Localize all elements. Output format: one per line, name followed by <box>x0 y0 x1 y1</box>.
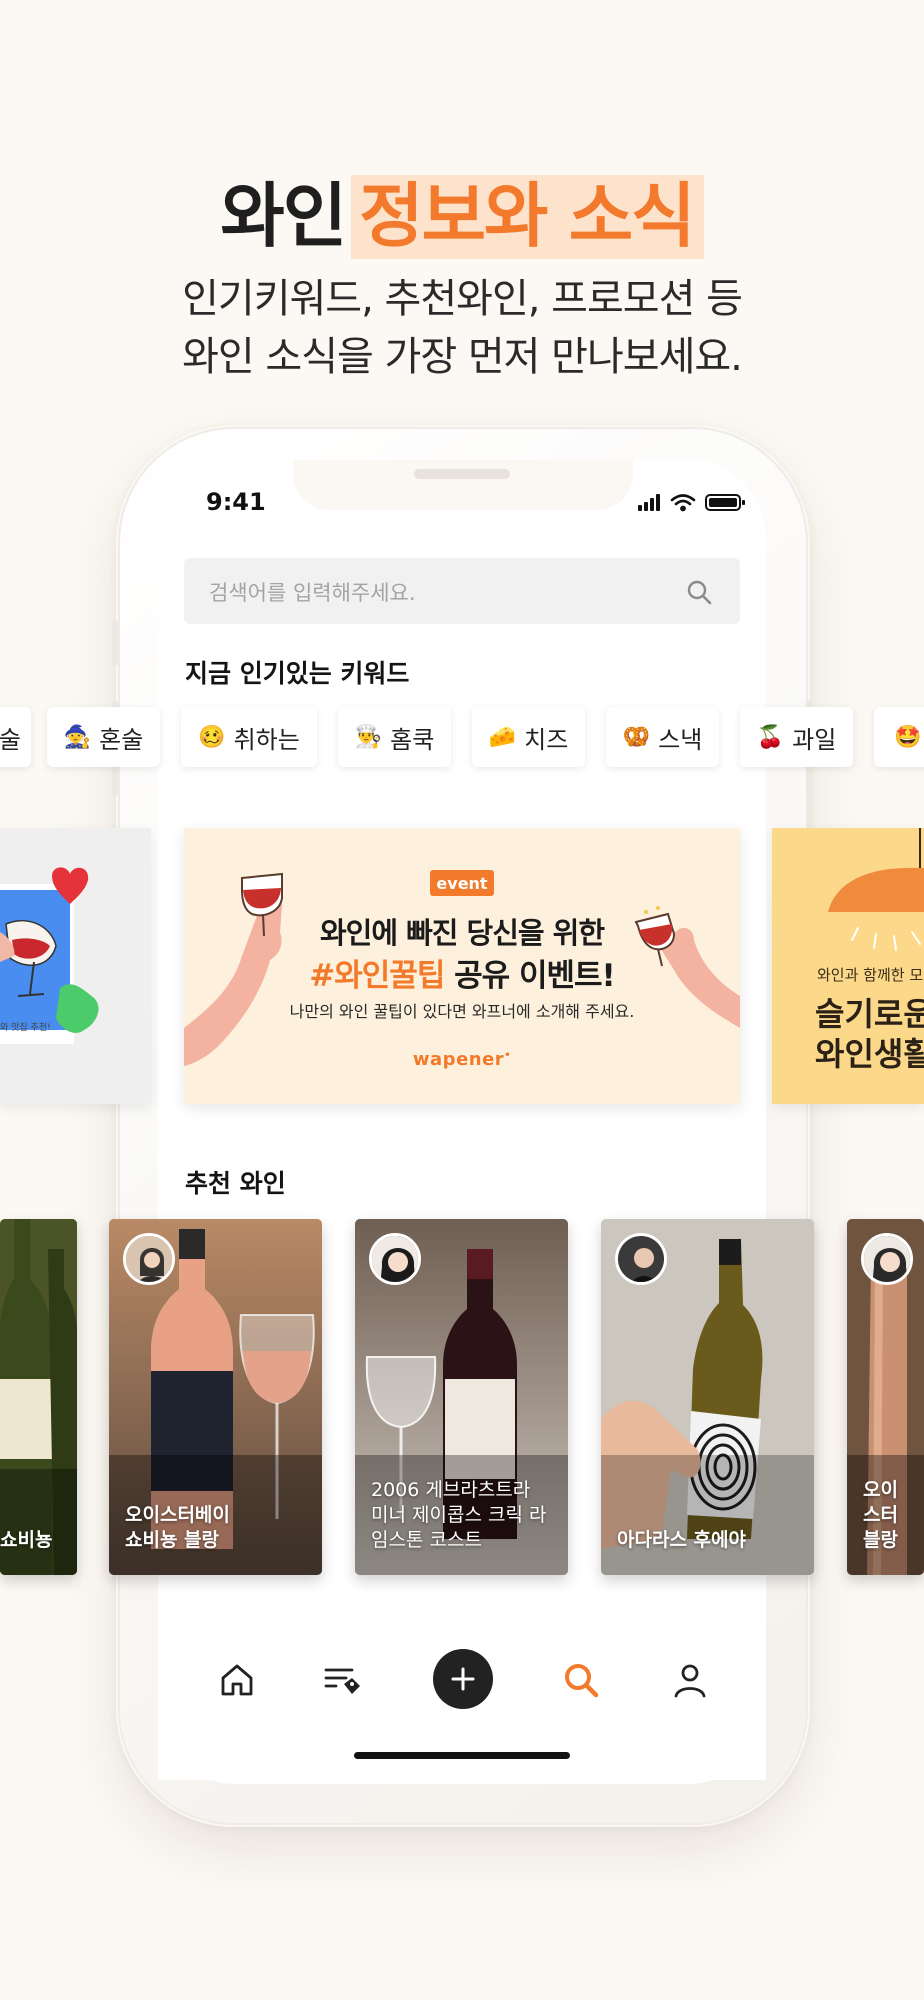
subtitle-line1: 인기키워드, 추천와인, 프로모션 등 <box>182 276 743 322</box>
brand-logo: wapener• <box>184 1049 740 1070</box>
banner-left-illustration <box>0 867 99 1044</box>
wine-card[interactable]: 아다라스 후에야 <box>601 1219 814 1575</box>
keyword-label: 과일 <box>792 725 837 754</box>
profile-icon[interactable] <box>670 1660 710 1700</box>
wine-card[interactable]: 2006 게브라츠트라 미너 제이콥스 크릭 라 임스톤 코스트 <box>355 1219 568 1575</box>
search-tab-icon[interactable] <box>561 1660 601 1700</box>
pretzel-icon: 🥨 <box>622 724 651 750</box>
keyword-label: 취하는 <box>233 725 300 754</box>
status-time: 9:41 <box>206 488 266 516</box>
banner-right-title-line1: 슬기로운 <box>815 995 924 1033</box>
banner-subheadline: #와인꿀팁 공유 이벤트! <box>184 950 740 995</box>
search-placeholder: 검색어를 입력해주세요. <box>209 581 416 605</box>
keyword-chip[interactable]: 🧙 혼술 <box>47 707 160 767</box>
headline-plain: 와인 <box>220 175 347 257</box>
home-indicator[interactable] <box>354 1752 570 1759</box>
home-icon[interactable] <box>217 1660 257 1700</box>
witch-icon: 🧙 <box>63 724 92 750</box>
banner-left-caption: 와 맛집 추천! <box>0 1023 51 1033</box>
banner-right-title: 슬기로운 와인생활 <box>815 994 924 1074</box>
subtitle: 인기키워드, 추천와인, 프로모션 등 와인 소식을 가장 먼저 만나보세요. <box>0 270 924 386</box>
cook-icon: 👨‍🍳 <box>354 724 383 750</box>
brand-logo-text: wapener <box>412 1049 505 1070</box>
keyword-chip[interactable]: 🥴 취하는 <box>181 707 317 767</box>
signal-icon <box>638 494 660 511</box>
add-button[interactable] <box>433 1649 493 1709</box>
recommended-title: 추천 와인 <box>185 1169 286 1198</box>
phone-speaker <box>414 469 510 479</box>
keyword-chip[interactable]: 🤩 <box>874 707 924 767</box>
star-struck-icon: 🤩 <box>894 724 922 750</box>
wine-name: 오이스터 블랑 <box>863 1479 898 1551</box>
keyword-label: 치즈 <box>524 725 569 754</box>
phone-notch <box>293 460 633 510</box>
headline: 와인 정보와 소식 <box>0 160 924 261</box>
event-badge: event <box>430 870 494 896</box>
subtitle-line2: 와인 소식을 가장 먼저 만나보세요. <box>182 334 743 380</box>
cheese-icon: 🧀 <box>488 724 517 750</box>
avatar <box>615 1233 667 1285</box>
keyword-label: 혼술 <box>99 725 144 754</box>
banner-description: 나만의 와인 꿀팁이 있다면 와프너에 소개해 주세요. <box>289 1002 635 1021</box>
wifi-icon <box>670 494 696 512</box>
keyword-chip[interactable]: 🥨 스낵 <box>606 707 719 767</box>
search-icon[interactable] <box>685 578 713 606</box>
avatar <box>369 1233 421 1285</box>
wine-name: 아다라스 후에야 <box>617 1529 746 1551</box>
woozy-face-icon: 🥴 <box>198 724 226 750</box>
cherries-icon: 🍒 <box>756 724 785 750</box>
wine-name: 2006 게브라츠트라 미너 제이콥스 크릭 라 임스톤 코스트 <box>371 1479 547 1551</box>
battery-icon <box>705 494 745 511</box>
banner-card-left[interactable]: 와 맛집 추천! <box>0 828 151 1104</box>
event-banner[interactable]: event 와인에 빠진 당신을 위한 #와인꿀팁 공유 이벤트! 나만의 와인… <box>184 828 740 1104</box>
avatar <box>861 1233 913 1285</box>
wine-card[interactable]: 쇼비뇽 <box>0 1219 77 1575</box>
keyword-chip[interactable]: 🍒 과일 <box>740 707 853 767</box>
wine-name: 오이스터베이 쇼비뇽 블랑 <box>125 1504 230 1551</box>
keyword-label: 스낵 <box>658 725 703 754</box>
brand-logo-dot: • <box>504 1050 512 1061</box>
wine-name: 쇼비뇽 <box>0 1529 53 1551</box>
headline-highlight: 정보와 소식 <box>351 175 704 259</box>
keyword-chip[interactable]: 술 <box>0 707 31 767</box>
phone-side-button <box>112 620 118 666</box>
banner-headline: 와인에 빠진 당신을 위한 <box>319 916 605 950</box>
keyword-chip[interactable]: 👨‍🍳 홈쿡 <box>338 707 451 767</box>
banner-card-right[interactable]: 와인과 함께한 모든 슬기로운 와인생활 <box>772 828 924 1104</box>
wine-note-icon[interactable] <box>322 1660 362 1700</box>
avatar <box>123 1233 175 1285</box>
banner-right-subtitle: 와인과 함께한 모든 <box>817 966 924 984</box>
keyword-label: 술 <box>0 725 21 754</box>
wine-photo <box>0 1219 77 1575</box>
plus-icon <box>451 1667 475 1691</box>
banner-hashtag: #와인꿀팁 <box>309 958 445 994</box>
banner-right-title-line2: 와인생활 <box>815 1035 924 1073</box>
keyword-chip[interactable]: 🧀 치즈 <box>472 707 585 767</box>
keywords-title: 지금 인기있는 키워드 <box>185 659 410 688</box>
banner-subheadline-rest: 공유 이벤트! <box>444 958 616 994</box>
status-icons <box>638 494 745 512</box>
wine-card[interactable]: 오이스터 블랑 <box>847 1219 924 1575</box>
keyword-label: 홈쿡 <box>390 725 435 754</box>
wine-card[interactable]: 오이스터베이 쇼비뇽 블랑 <box>109 1219 322 1575</box>
